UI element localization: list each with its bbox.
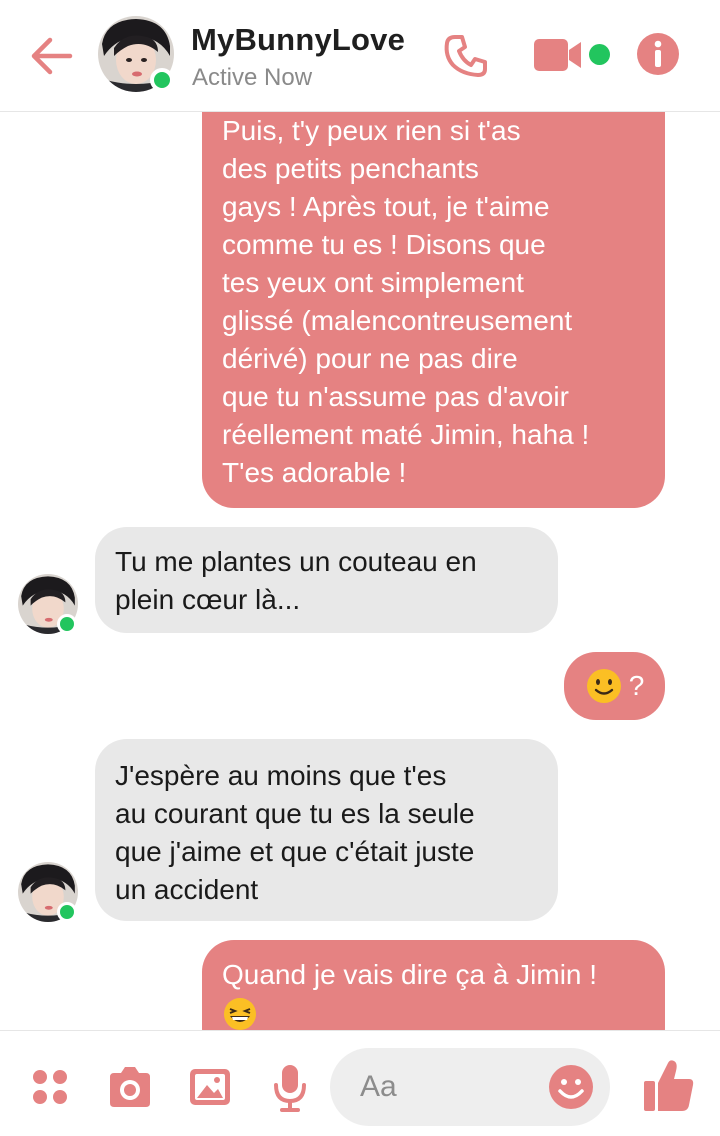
arrow-left-icon [31, 37, 73, 75]
chat-header: MyBunnyLove Active Now [0, 0, 720, 112]
contact-status: Active Now [192, 64, 313, 91]
thumbs-up-icon [644, 1060, 694, 1111]
message-line: comme tu es ! Disons que [222, 229, 546, 260]
video-camera-icon [534, 39, 581, 71]
message-text: ? [628, 670, 645, 701]
emoji-icon [549, 1065, 593, 1109]
message-line: Puis, t'y peux rien si t'as [222, 115, 521, 146]
info-button[interactable] [636, 32, 680, 76]
like-button[interactable] [642, 1057, 696, 1113]
slightly-smiling-face-icon [586, 669, 621, 703]
video-online-indicator [589, 44, 610, 65]
apps-button[interactable] [30, 1067, 70, 1107]
message-line: un accident [115, 874, 259, 905]
composer-bar: Aa [0, 1030, 720, 1136]
online-indicator [150, 68, 174, 92]
message-line: T'es adorable ! [222, 457, 407, 488]
online-indicator [57, 614, 77, 634]
gallery-button[interactable] [188, 1065, 232, 1109]
message-incoming[interactable]: J'espère au moins que t'es au courant qu… [95, 739, 558, 921]
microphone-icon [274, 1065, 306, 1112]
message-line: tes yeux ont simplement [222, 267, 524, 298]
message-line: glissé (malencontreusement [222, 305, 573, 336]
message-line: réellement maté Jimin, haha ! [222, 419, 590, 450]
apps-icon [33, 1070, 67, 1104]
message-outgoing[interactable]: ? [564, 652, 665, 720]
camera-button[interactable] [106, 1065, 154, 1109]
message-line: au courant que tu es la seule [115, 798, 475, 829]
grinning-squinting-face-icon [224, 998, 256, 1030]
phone-icon [444, 35, 487, 77]
message-input-placeholder: Aa [360, 1070, 397, 1103]
message-line: que j'aime et que c'était juste [115, 836, 475, 867]
image-icon [190, 1069, 230, 1105]
message-incoming[interactable]: Tu me plantes un couteau en plein cœur l… [95, 527, 558, 633]
message-outgoing[interactable]: Puis, t'y peux rien si t'as des petits p… [202, 112, 665, 508]
message-line: Quand je vais dire ça à Jimin ! [222, 959, 598, 990]
voice-message-button[interactable] [272, 1063, 308, 1113]
message-list[interactable]: Puis, t'y peux rien si t'as des petits p… [0, 112, 720, 1030]
message-line: J'espère au moins que t'es [115, 760, 447, 791]
online-indicator [57, 902, 77, 922]
message-outgoing[interactable]: Quand je vais dire ça à Jimin ! [202, 940, 665, 1030]
message-line: Tu me plantes un couteau en [115, 546, 477, 577]
call-button[interactable] [442, 32, 490, 80]
video-call-button[interactable] [533, 36, 583, 74]
message-line: gays ! Après tout, je t'aime [222, 191, 550, 222]
message-line: que tu n'assume pas d'avoir [222, 381, 569, 412]
message-line: dérivé) pour ne pas dire [222, 343, 518, 374]
message-line: plein cœur là... [115, 584, 301, 615]
emoji-button[interactable] [547, 1063, 595, 1111]
message-input[interactable]: Aa [330, 1048, 610, 1126]
message-line: des petits penchants [222, 153, 479, 184]
camera-icon [110, 1067, 150, 1107]
back-button[interactable] [26, 30, 78, 82]
contact-name[interactable]: MyBunnyLove [191, 22, 405, 58]
info-icon [637, 33, 679, 75]
